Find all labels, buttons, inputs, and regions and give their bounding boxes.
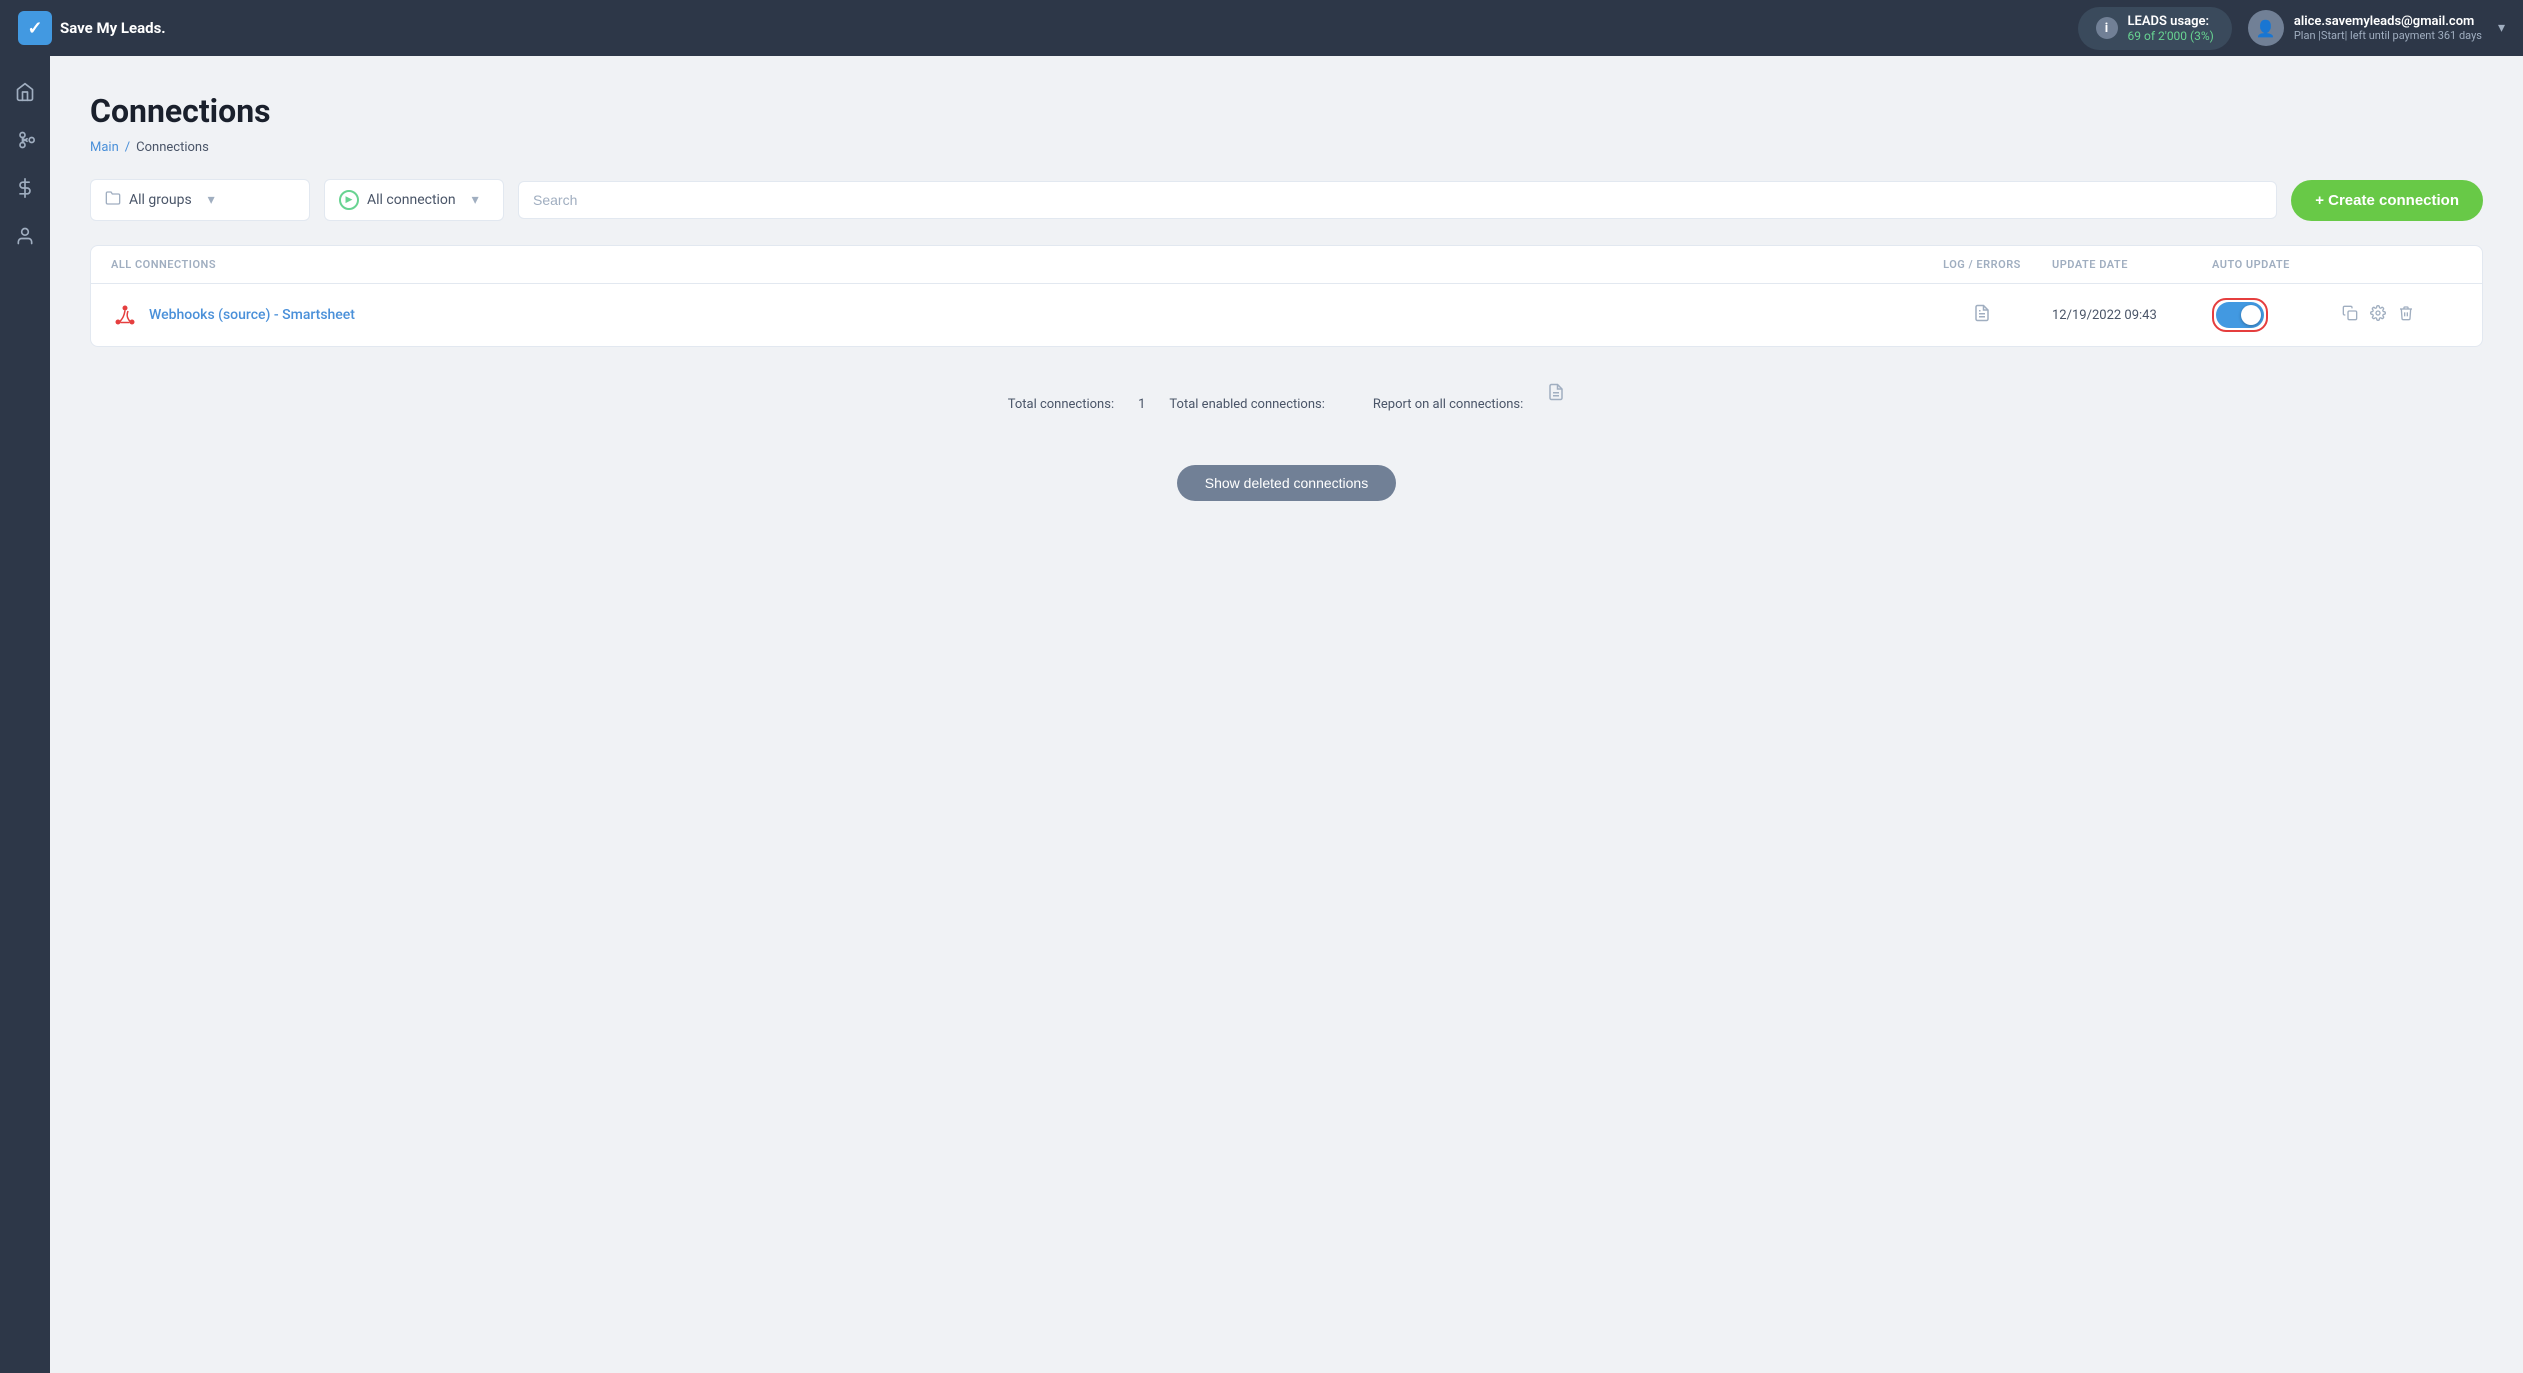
delete-icon[interactable] — [2398, 305, 2414, 325]
toggle-knob — [2241, 305, 2261, 325]
sidebar-item-account[interactable] — [5, 216, 45, 256]
row-actions — [2342, 305, 2462, 325]
toggle-wrap — [2212, 298, 2342, 332]
header-update-date: UPDATE DATE — [2052, 258, 2212, 271]
header-auto-update: AUTO UPDATE — [2212, 258, 2342, 271]
user-info: alice.savemyleads@gmail.com Plan |Start|… — [2294, 14, 2482, 42]
connection-name-text: Webhooks (source) - Smartsheet — [149, 307, 355, 323]
main-layout: Connections Main / Connections All group… — [0, 56, 2523, 1373]
toggle-outline — [2212, 298, 2268, 332]
log-cell — [1912, 304, 2052, 327]
avatar: 👤 — [2248, 10, 2284, 46]
user-plan: Plan |Start| left until payment 361 days — [2294, 29, 2482, 42]
info-icon: i — [2096, 17, 2118, 39]
connections-footer: Total connections: 1 Total enabled conne… — [90, 367, 2483, 441]
table-header: ALL CONNECTIONS LOG / ERRORS UPDATE DATE… — [91, 246, 2482, 284]
total-connections-label: Total connections: — [1008, 397, 1114, 412]
log-document-icon[interactable] — [1973, 304, 1991, 327]
all-groups-label: All groups — [129, 192, 192, 208]
leads-count: 69 of 2'000 (3%) — [2128, 29, 2214, 43]
folder-icon — [105, 190, 121, 210]
page-title: Connections — [90, 92, 2483, 130]
breadcrumb-main[interactable]: Main — [90, 140, 119, 155]
report-label: Report on all connections: — [1373, 397, 1523, 412]
settings-icon[interactable] — [2370, 305, 2386, 325]
all-connection-chevron: ▾ — [472, 192, 479, 208]
update-date: 12/19/2022 09:43 — [2052, 308, 2212, 323]
breadcrumb: Main / Connections — [90, 140, 2483, 155]
header-actions — [2342, 258, 2462, 271]
top-navigation: ✓ Save My Leads. i LEADS usage: 69 of 2'… — [0, 0, 2523, 56]
show-deleted-button[interactable]: Show deleted connections — [1177, 465, 1396, 501]
connections-table: ALL CONNECTIONS LOG / ERRORS UPDATE DATE… — [90, 245, 2483, 347]
sidebar-item-billing[interactable] — [5, 168, 45, 208]
all-connection-dropdown[interactable]: ▶ All connection ▾ — [324, 179, 504, 221]
logo: ✓ Save My Leads. — [18, 11, 2062, 45]
play-icon: ▶ — [339, 190, 359, 210]
table-row: Webhooks (source) - Smartsheet 12/19/202… — [91, 284, 2482, 346]
leads-usage-text: LEADS usage: 69 of 2'000 (3%) — [2128, 14, 2214, 43]
header-connections: ALL CONNECTIONS — [111, 258, 1912, 271]
sidebar-item-home[interactable] — [5, 72, 45, 112]
auto-update-cell — [2212, 298, 2342, 332]
total-connections-value: 1 — [1138, 397, 1145, 412]
search-wrap — [518, 181, 2277, 219]
sidebar-item-connections[interactable] — [5, 120, 45, 160]
chevron-down-icon: ▾ — [2498, 20, 2505, 36]
breadcrumb-current: Connections — [136, 140, 209, 155]
all-connection-label: All connection — [367, 192, 456, 208]
create-connection-button[interactable]: + Create connection — [2291, 180, 2483, 221]
header-log: LOG / ERRORS — [1912, 258, 2052, 271]
logo-text: Save My Leads. — [60, 19, 166, 37]
report-icon[interactable] — [1547, 375, 1565, 409]
sidebar — [0, 56, 50, 1373]
leads-count-value: 69 of 2'000 (3%) — [2128, 29, 2214, 43]
logo-check: ✓ — [27, 18, 42, 39]
leads-title: LEADS usage: — [2128, 14, 2214, 29]
main-content: Connections Main / Connections All group… — [50, 56, 2523, 1373]
total-enabled-label: Total enabled connections: — [1169, 397, 1324, 412]
duplicate-icon[interactable] — [2342, 305, 2358, 325]
leads-usage-widget[interactable]: i LEADS usage: 69 of 2'000 (3%) — [2078, 7, 2232, 50]
auto-update-toggle[interactable] — [2216, 302, 2264, 328]
breadcrumb-separator: / — [125, 140, 130, 155]
user-email: alice.savemyleads@gmail.com — [2294, 14, 2482, 29]
search-input[interactable] — [518, 181, 2277, 219]
all-groups-dropdown[interactable]: All groups ▾ — [90, 179, 310, 221]
connection-name[interactable]: Webhooks (source) - Smartsheet — [111, 301, 1912, 329]
webhook-icon — [111, 301, 139, 329]
user-menu[interactable]: 👤 alice.savemyleads@gmail.com Plan |Star… — [2248, 10, 2505, 46]
logo-icon: ✓ — [18, 11, 52, 45]
toolbar: All groups ▾ ▶ All connection ▾ + Create… — [90, 179, 2483, 221]
all-groups-chevron: ▾ — [208, 192, 215, 208]
